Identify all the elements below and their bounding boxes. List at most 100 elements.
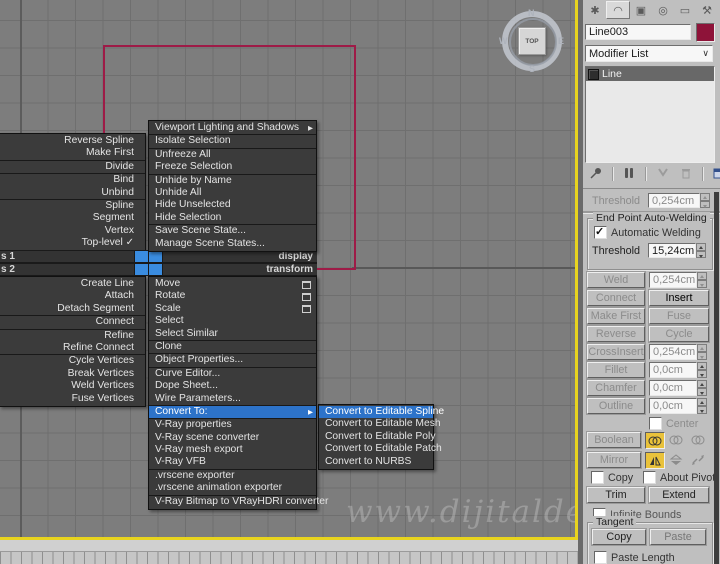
menu-item-convert-to-editable-poly[interactable]: Convert to Editable Poly — [319, 431, 435, 443]
menu-item-refine-connect[interactable]: Refine Connect — [0, 342, 145, 354]
menu-item-v-ray-bitmap-to-vrayhdri-converter[interactable]: V-Ray Bitmap to VRayHDRI converter — [149, 494, 328, 508]
pin-stack-icon[interactable] — [589, 166, 603, 183]
crossinsert-button[interactable]: CrossInsert — [587, 344, 645, 360]
crossinsert-field[interactable]: 0,254cm — [649, 344, 697, 360]
menu-item-segment[interactable]: Segment — [0, 212, 145, 224]
object-name-field[interactable]: Line003 — [585, 24, 691, 40]
menu-item-wire-parameters[interactable]: Wire Parameters... — [149, 393, 316, 405]
menu-item-convert-to-editable-patch[interactable]: Convert to Editable Patch — [319, 443, 442, 455]
menu-item-move[interactable]: Move — [149, 278, 316, 290]
menu-item-bind[interactable]: Bind — [0, 173, 145, 186]
remove-modifier-icon[interactable] — [679, 166, 693, 183]
outline-button[interactable]: Outline — [587, 398, 645, 414]
menu-item-viewport-lighting-and-shadows[interactable]: Viewport Lighting and Shadows — [149, 122, 316, 136]
menu-item-clone[interactable]: Clone — [149, 339, 316, 353]
menu-item-unhide-all[interactable]: Unhide All — [149, 187, 316, 199]
modifier-stack-item-line[interactable]: Line — [586, 67, 714, 81]
about-pivot-checkbox[interactable] — [643, 471, 656, 484]
menu-item-select[interactable]: Select — [149, 315, 316, 327]
threshold-field[interactable]: 15,24cm — [648, 243, 696, 258]
panel-tab-utilities[interactable]: ⚒ — [696, 1, 718, 19]
extend-button[interactable]: Extend — [649, 487, 709, 503]
menu-item-make-first[interactable]: Make First — [0, 147, 145, 159]
fillet-spinner[interactable] — [697, 362, 707, 378]
viewcube-top-face[interactable]: TOP — [518, 27, 546, 55]
mirror-both-icon[interactable] — [689, 452, 707, 467]
menu-item-v-ray-mesh-export[interactable]: V-Ray mesh export — [149, 444, 316, 456]
make-first-button[interactable]: Make First — [587, 308, 645, 324]
menu-item-vertex[interactable]: Vertex — [0, 225, 145, 237]
menu-item-hide-selection[interactable]: Hide Selection — [149, 212, 316, 224]
menu-item-vrscene-animation-exporter[interactable]: .vrscene animation exporter — [149, 482, 316, 494]
track-bar[interactable] — [0, 551, 578, 564]
menu-item-break-vertices[interactable]: Break Vertices — [0, 368, 145, 380]
automatic-welding-checkbox[interactable] — [594, 225, 607, 239]
outline-spinner[interactable] — [697, 398, 707, 414]
mirror-vertical-icon[interactable] — [667, 452, 685, 467]
menu-item-divide[interactable]: Divide — [0, 159, 145, 173]
menu-item-reverse-spline[interactable]: Reverse Spline — [0, 135, 145, 147]
cycle-button[interactable]: Cycle — [649, 326, 709, 342]
panel-tab-motion[interactable]: ◎ — [652, 1, 674, 19]
menu-item-unbind[interactable]: Unbind — [0, 187, 145, 199]
make-unique-icon[interactable] — [656, 166, 670, 183]
modifier-list-dropdown[interactable]: Modifier List ∨ — [585, 45, 713, 62]
menu-item-vrscene-exporter[interactable]: .vrscene exporter — [149, 468, 316, 482]
fillet-button[interactable]: Fillet — [587, 362, 645, 378]
boolean-subtraction-icon[interactable] — [667, 432, 685, 447]
modifier-stack[interactable]: Line — [585, 66, 715, 163]
chamfer-field[interactable]: 0,0cm — [649, 380, 697, 396]
menu-item-hide-unselected[interactable]: Hide Unselected — [149, 199, 316, 211]
menu-item-convert-to-editable-spline[interactable]: Convert to Editable Spline — [319, 406, 444, 419]
paste-length-checkbox[interactable] — [594, 551, 607, 564]
menu-item-save-scene-state[interactable]: Save Scene State... — [149, 224, 316, 237]
menu-item-fuse-vertices[interactable]: Fuse Vertices — [0, 393, 145, 405]
boolean-union-icon[interactable] — [645, 432, 665, 449]
threshold-spinner[interactable] — [696, 243, 706, 258]
insert-button[interactable]: Insert — [649, 290, 709, 306]
menu-item-curve-editor[interactable]: Curve Editor... — [149, 366, 316, 380]
tangent-copy-button[interactable]: Copy — [592, 529, 646, 545]
weld-threshold-field[interactable]: 0,254cm — [649, 272, 697, 288]
menu-item-create-line[interactable]: Create Line — [0, 278, 145, 290]
chamfer-spinner[interactable] — [697, 380, 707, 396]
menu-item-attach[interactable]: Attach — [0, 290, 145, 302]
boolean-intersection-icon[interactable] — [689, 432, 707, 447]
menu-item-isolate-selection[interactable]: Isolate Selection — [149, 134, 316, 147]
menu-item-weld-vertices[interactable]: Weld Vertices — [0, 380, 145, 392]
prev-threshold-spinner[interactable] — [700, 193, 710, 208]
viewcube-north-label[interactable]: N — [528, 8, 535, 18]
viewcube-west-label[interactable]: W — [499, 36, 508, 46]
menu-item-dope-sheet[interactable]: Dope Sheet... — [149, 380, 316, 392]
menu-item-spline[interactable]: Spline — [0, 198, 145, 212]
chamfer-button[interactable]: Chamfer — [587, 380, 645, 396]
menu-item-unfreeze-all[interactable]: Unfreeze All — [149, 147, 316, 161]
menu-item-top-level[interactable]: Top-level — [0, 237, 145, 249]
tangent-paste-button[interactable]: Paste — [650, 529, 706, 545]
configure-modifier-sets-icon[interactable] — [712, 166, 720, 183]
fuse-button[interactable]: Fuse — [649, 308, 709, 324]
trim-button[interactable]: Trim — [587, 487, 645, 503]
menu-item-v-ray-properties[interactable]: V-Ray properties — [149, 418, 316, 431]
menu-item-object-properties[interactable]: Object Properties... — [149, 353, 316, 366]
menu-item-connect[interactable]: Connect — [0, 315, 145, 328]
weld-threshold-spinner[interactable] — [697, 272, 707, 288]
weld-button[interactable]: Weld — [587, 272, 645, 288]
fillet-field[interactable]: 0,0cm — [649, 362, 697, 378]
menu-item-unhide-by-name[interactable]: Unhide by Name — [149, 173, 316, 187]
panel-tab-display[interactable]: ▭ — [674, 1, 696, 19]
menu-item-refine[interactable]: Refine — [0, 328, 145, 342]
mirror-horizontal-icon[interactable] — [645, 452, 665, 469]
menu-item-v-ray-scene-converter[interactable]: V-Ray scene converter — [149, 432, 316, 444]
viewcube-east-label[interactable]: E — [558, 36, 564, 46]
copy-checkbox[interactable] — [591, 471, 604, 484]
reverse-button[interactable]: Reverse — [587, 326, 645, 342]
menu-item-v-ray-vfb[interactable]: V-Ray VFB — [149, 456, 316, 468]
menu-item-convert-to-editable-mesh[interactable]: Convert to Editable Mesh — [319, 418, 441, 430]
prev-threshold-field[interactable]: 0,254cm — [648, 193, 700, 208]
show-end-result-icon[interactable] — [622, 166, 636, 183]
menu-item-convert-to[interactable]: Convert To: — [149, 404, 316, 420]
panel-tab-create[interactable]: ✱ — [584, 1, 606, 19]
menu-item-rotate[interactable]: Rotate — [149, 290, 316, 302]
boolean-button[interactable]: Boolean — [587, 432, 641, 448]
